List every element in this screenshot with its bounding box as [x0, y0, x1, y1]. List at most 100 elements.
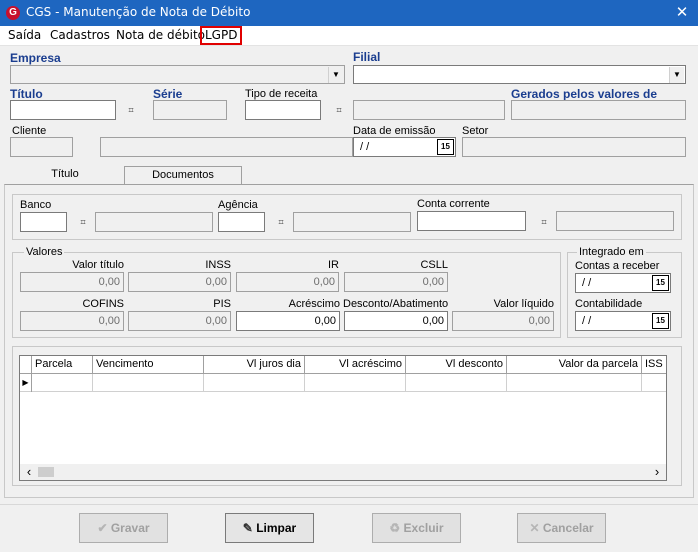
desconto-input[interactable]: 0,00: [344, 311, 448, 331]
tab-titulo[interactable]: Título: [8, 164, 122, 184]
broom-icon: ✎: [242, 521, 253, 535]
check-icon: ✔: [97, 521, 108, 535]
serie-input[interactable]: [153, 100, 227, 120]
scroll-right-icon[interactable]: ›: [650, 464, 664, 480]
csll-field: 0,00: [344, 272, 448, 292]
title-bar: G CGS - Manutenção de Nota de Débito ✕: [0, 0, 698, 26]
contabilidade-date-input[interactable]: / / 15: [575, 311, 671, 331]
gravar-label: Gravar: [110, 521, 150, 535]
calendar-icon[interactable]: 15: [652, 313, 669, 329]
grid-indicator-header: [20, 356, 32, 374]
contabilidade-value: / /: [582, 315, 592, 327]
cofins-label: COFINS: [82, 298, 124, 310]
window-title: CGS - Manutenção de Nota de Débito: [26, 5, 251, 19]
close-window-button[interactable]: ✕: [670, 3, 694, 23]
conta-corrente-nome-input: [556, 211, 674, 231]
cell-vencimento[interactable]: [93, 374, 204, 392]
row-pointer-icon: ▶: [20, 374, 32, 392]
binoculars-icon[interactable]: ⌗: [124, 104, 138, 116]
inss-field: 0,00: [128, 272, 231, 292]
data-emissao-value: / /: [360, 141, 370, 153]
table-row[interactable]: ▶: [20, 374, 666, 392]
menu-bar: Saída Cadastros Nota de débito LGPD: [0, 26, 698, 46]
integrado-group-title: Integrado em: [577, 246, 646, 258]
banco-input[interactable]: [20, 212, 67, 232]
menu-lgpd[interactable]: LGPD: [200, 26, 243, 45]
banco-nome-input: [95, 212, 213, 232]
divider: [0, 504, 698, 505]
excluir-label: Excluir: [403, 521, 444, 535]
data-emissao-label: Data de emissão: [353, 125, 436, 137]
col-valor-parcela[interactable]: Valor da parcela: [507, 356, 642, 374]
cofins-field: 0,00: [20, 311, 124, 331]
valor-liquido-field: 0,00: [452, 311, 554, 331]
grid-header: Parcela Vencimento Vl juros dia Vl acrés…: [20, 356, 666, 374]
filial-select[interactable]: ▼: [353, 65, 686, 84]
col-iss[interactable]: ISS: [642, 356, 666, 374]
inss-label: INSS: [205, 259, 231, 271]
col-parcela[interactable]: Parcela: [32, 356, 93, 374]
excluir-button[interactable]: ♻ Excluir: [372, 513, 461, 543]
menu-nota-de-debito[interactable]: Nota de débito: [114, 28, 207, 43]
acrescimo-label: Acréscimo: [288, 298, 340, 310]
col-vencimento[interactable]: Vencimento: [93, 356, 204, 374]
data-emissao-input[interactable]: / / 15: [353, 137, 456, 157]
cliente-codigo-input[interactable]: [10, 137, 73, 157]
cell-parcela[interactable]: [32, 374, 93, 392]
scroll-thumb[interactable]: [38, 467, 54, 477]
calendar-icon[interactable]: 15: [437, 139, 454, 155]
contas-receber-value: / /: [582, 277, 592, 289]
cell-valor-parcela[interactable]: [507, 374, 642, 392]
filial-label: Filial: [353, 50, 381, 64]
binoculars-icon[interactable]: ⌗: [537, 216, 551, 228]
tab-documentos[interactable]: Documentos: [124, 166, 242, 184]
agencia-label: Agência: [218, 199, 258, 211]
empresa-select[interactable]: ▼: [10, 65, 345, 84]
horizontal-scrollbar[interactable]: ‹ ›: [20, 464, 666, 480]
ir-label: IR: [328, 259, 339, 271]
serie-label: Série: [153, 87, 183, 101]
chevron-down-icon[interactable]: ▼: [328, 67, 343, 83]
contas-receber-label: Contas a receber: [575, 260, 660, 272]
menu-cadastros[interactable]: Cadastros: [48, 28, 112, 43]
gravar-button[interactable]: ✔ Gravar: [79, 513, 168, 543]
agencia-nome-input: [293, 212, 411, 232]
menu-saida[interactable]: Saída: [6, 28, 43, 43]
contas-receber-date-input[interactable]: / / 15: [575, 273, 671, 293]
binoculars-icon[interactable]: ⌗: [332, 104, 346, 116]
chevron-down-icon[interactable]: ▼: [669, 67, 684, 83]
binoculars-icon[interactable]: ⌗: [274, 216, 288, 228]
col-vl-juros-dia[interactable]: Vl juros dia: [204, 356, 305, 374]
binoculars-icon[interactable]: ⌗: [76, 216, 90, 228]
titulo-label: Título: [10, 87, 43, 101]
col-vl-acrescimo[interactable]: Vl acréscimo: [305, 356, 406, 374]
pis-label: PIS: [213, 298, 231, 310]
pis-field: 0,00: [128, 311, 231, 331]
gerados-input: [511, 100, 686, 120]
desconto-label: Desconto/Abatimento: [343, 298, 449, 310]
tipo-receita-input[interactable]: [245, 100, 321, 120]
setor-input: [462, 137, 686, 157]
limpar-button[interactable]: ✎ Limpar: [225, 513, 314, 543]
cancel-x-icon: ✕: [529, 521, 540, 535]
agencia-input[interactable]: [218, 212, 265, 232]
ir-field: 0,00: [236, 272, 339, 292]
cell-vl-acrescimo[interactable]: [305, 374, 406, 392]
conta-corrente-input[interactable]: [417, 211, 526, 231]
acrescimo-input[interactable]: 0,00: [236, 311, 340, 331]
app-logo-icon: G: [6, 6, 20, 20]
scroll-left-icon[interactable]: ‹: [22, 464, 36, 480]
conta-corrente-label: Conta corrente: [417, 198, 490, 210]
parcelas-grid[interactable]: Parcela Vencimento Vl juros dia Vl acrés…: [19, 355, 667, 481]
cancelar-button[interactable]: ✕ Cancelar: [517, 513, 606, 543]
titulo-input[interactable]: [10, 100, 116, 120]
limpar-label: Limpar: [256, 521, 297, 535]
cell-vl-desconto[interactable]: [406, 374, 507, 392]
col-vl-desconto[interactable]: Vl desconto: [406, 356, 507, 374]
calendar-icon[interactable]: 15: [652, 275, 669, 291]
banco-label: Banco: [20, 199, 52, 211]
valor-titulo-label: Valor título: [72, 259, 124, 271]
cell-vl-juros-dia[interactable]: [204, 374, 305, 392]
contabilidade-label: Contabilidade: [575, 298, 643, 310]
cancelar-label: Cancelar: [542, 521, 594, 535]
